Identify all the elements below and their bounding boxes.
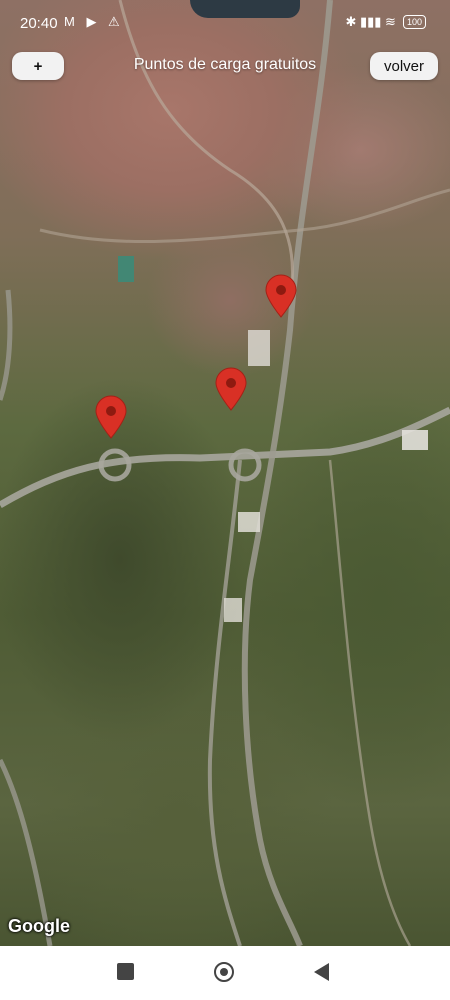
recent-apps-icon[interactable]: [117, 963, 134, 980]
map-marker-2[interactable]: [214, 367, 248, 411]
map-marker-1[interactable]: [264, 274, 298, 318]
status-time: 20:40: [20, 15, 58, 32]
google-attribution: Google: [8, 916, 70, 936]
system-status-icons: ✱ ▮▮▮ ≋ 100: [345, 14, 426, 30]
status-bar: 20:40 M ▶ ⚠ ✱ ▮▮▮ ≋ 100: [0, 0, 450, 48]
home-icon[interactable]: [214, 962, 234, 982]
signal-wifi-icons: ✱ ▮▮▮ ≋: [345, 14, 396, 29]
notification-icons: M ▶ ⚠: [64, 14, 124, 29]
navigation-bar: [0, 946, 450, 1000]
map-marker-3[interactable]: [94, 395, 128, 439]
add-button[interactable]: +: [12, 52, 64, 80]
back-button[interactable]: volver: [370, 52, 438, 80]
battery-icon: 100: [402, 15, 426, 29]
satellite-map[interactable]: Google: [0, 0, 450, 946]
back-icon[interactable]: [314, 963, 329, 981]
road-network: [0, 0, 450, 946]
